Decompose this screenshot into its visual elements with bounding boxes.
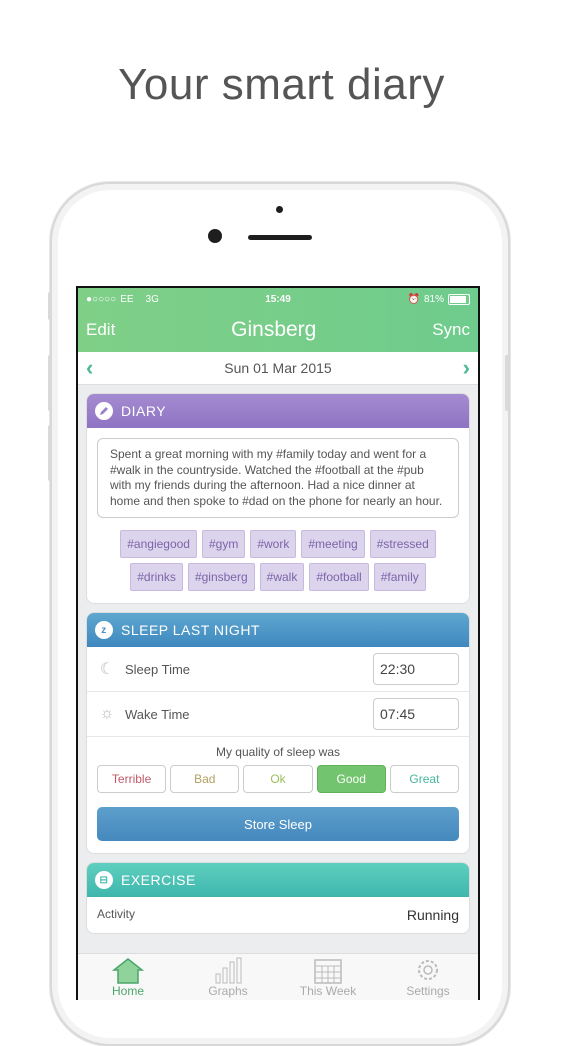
activity-row[interactable]: Activity Running bbox=[87, 897, 469, 933]
dumbbell-icon: ⊟ bbox=[95, 871, 113, 889]
activity-label: Activity bbox=[97, 907, 136, 921]
sync-button[interactable]: Sync bbox=[432, 320, 470, 340]
sleep-time-input[interactable]: 22:30 bbox=[373, 653, 459, 685]
tag-chip[interactable]: #football bbox=[309, 563, 369, 591]
tag-chip[interactable]: #stressed bbox=[369, 530, 436, 558]
quality-bad-button[interactable]: Bad bbox=[170, 765, 240, 793]
quality-terrible-button[interactable]: Terrible bbox=[97, 765, 167, 793]
headline: Your smart diary bbox=[118, 60, 445, 109]
tab-settings[interactable]: Settings bbox=[378, 954, 478, 1000]
tag-chip[interactable]: #family bbox=[373, 563, 426, 591]
store-sleep-button[interactable]: Store Sleep bbox=[97, 807, 459, 841]
edit-button[interactable]: Edit bbox=[86, 320, 115, 340]
quality-label: My quality of sleep was bbox=[215, 745, 341, 759]
proximity-sensor bbox=[276, 206, 283, 213]
tab-graphs[interactable]: Graphs bbox=[178, 954, 278, 1000]
earpiece-speaker bbox=[248, 235, 312, 240]
diary-header: DIARY bbox=[87, 394, 469, 428]
tab-home[interactable]: Home bbox=[78, 954, 178, 1000]
tab-bar: Home Graphs This Week Settings bbox=[78, 953, 478, 1000]
tag-chip[interactable]: #ginsberg bbox=[187, 563, 255, 591]
tag-list: #angiegood #gym #work #meeting #stressed… bbox=[87, 526, 469, 603]
tab-settings-label: Settings bbox=[406, 984, 450, 998]
tab-home-label: Home bbox=[111, 984, 144, 998]
volume-up-button bbox=[48, 355, 52, 411]
chevron-left-icon[interactable]: ‹ bbox=[86, 357, 93, 379]
tab-this-week[interactable]: This Week bbox=[278, 954, 378, 1000]
moon-icon: ☾ bbox=[99, 661, 115, 678]
tag-chip[interactable]: #work bbox=[250, 530, 297, 558]
quality-selector: Terrible Bad Ok Good Great bbox=[87, 759, 469, 793]
wake-time-input[interactable]: 07:45 bbox=[373, 698, 459, 730]
diary-text-area[interactable]: Spent a great morning with my #family to… bbox=[97, 438, 459, 518]
volume-down-button bbox=[48, 425, 52, 481]
tag-chip[interactable]: #gym bbox=[201, 530, 246, 558]
sun-icon: ☼ bbox=[99, 705, 115, 722]
mute-switch bbox=[48, 292, 52, 320]
app-title: Ginsberg bbox=[231, 318, 317, 341]
exercise-header: ⊟ EXERCISE bbox=[87, 863, 469, 897]
sleep-title: SLEEP LAST NIGHT bbox=[121, 622, 260, 638]
wake-time-row: ☼ Wake Time 07:45 bbox=[87, 692, 469, 737]
status-time: 15:49 bbox=[265, 293, 291, 305]
diary-card: DIARY Spent a great morning with my #fam… bbox=[86, 393, 470, 604]
front-camera bbox=[208, 229, 222, 243]
app-screen: ●○○○○ EE 3G 15:49 ⏰ 81% Edit Ginsberg Sy… bbox=[76, 286, 480, 1000]
exercise-card: ⊟ EXERCISE Activity Running bbox=[86, 862, 470, 934]
wake-time-label: Wake Time bbox=[125, 706, 190, 722]
battery-icon bbox=[448, 293, 470, 305]
date-bar: ‹ Sun 01 Mar 2015 › bbox=[78, 352, 478, 385]
sleep-zz-icon: z bbox=[95, 621, 113, 639]
power-button bbox=[505, 355, 509, 411]
bar-chart-icon bbox=[215, 957, 242, 984]
pencil-icon bbox=[95, 402, 113, 420]
tab-this-week-label: This Week bbox=[299, 984, 357, 998]
quality-good-button[interactable]: Good bbox=[316, 765, 386, 793]
status-bar: ●○○○○ EE 3G 15:49 ⏰ 81% bbox=[78, 288, 478, 310]
tag-chip[interactable]: #walk bbox=[259, 563, 305, 591]
tag-chip[interactable]: #drinks bbox=[130, 563, 183, 591]
tab-graphs-label: Graphs bbox=[208, 984, 248, 998]
sleep-time-row: ☾ Sleep Time 22:30 bbox=[87, 647, 469, 692]
tag-chip[interactable]: #meeting bbox=[301, 530, 365, 558]
sleep-card: z SLEEP LAST NIGHT ☾ Sleep Time 22:30 ☼ … bbox=[86, 612, 470, 854]
home-icon bbox=[112, 958, 144, 984]
exercise-title: EXERCISE bbox=[121, 872, 196, 888]
nav-bar: Edit Ginsberg Sync bbox=[78, 310, 478, 350]
calendar-icon bbox=[314, 959, 342, 984]
top-bar: ●○○○○ EE 3G 15:49 ⏰ 81% Edit Ginsberg Sy… bbox=[78, 288, 478, 352]
quality-ok-button[interactable]: Ok bbox=[243, 765, 313, 793]
diary-title: DIARY bbox=[121, 403, 167, 419]
sleep-time-label: Sleep Time bbox=[125, 661, 191, 677]
sleep-header: z SLEEP LAST NIGHT bbox=[87, 613, 469, 647]
tag-chip[interactable]: #angiegood bbox=[120, 530, 197, 558]
quality-great-button[interactable]: Great bbox=[389, 765, 460, 793]
chevron-right-icon[interactable]: › bbox=[463, 357, 470, 379]
gear-icon bbox=[418, 960, 438, 980]
date-label: Sun 01 Mar 2015 bbox=[224, 360, 332, 376]
activity-value: Running bbox=[406, 907, 459, 923]
